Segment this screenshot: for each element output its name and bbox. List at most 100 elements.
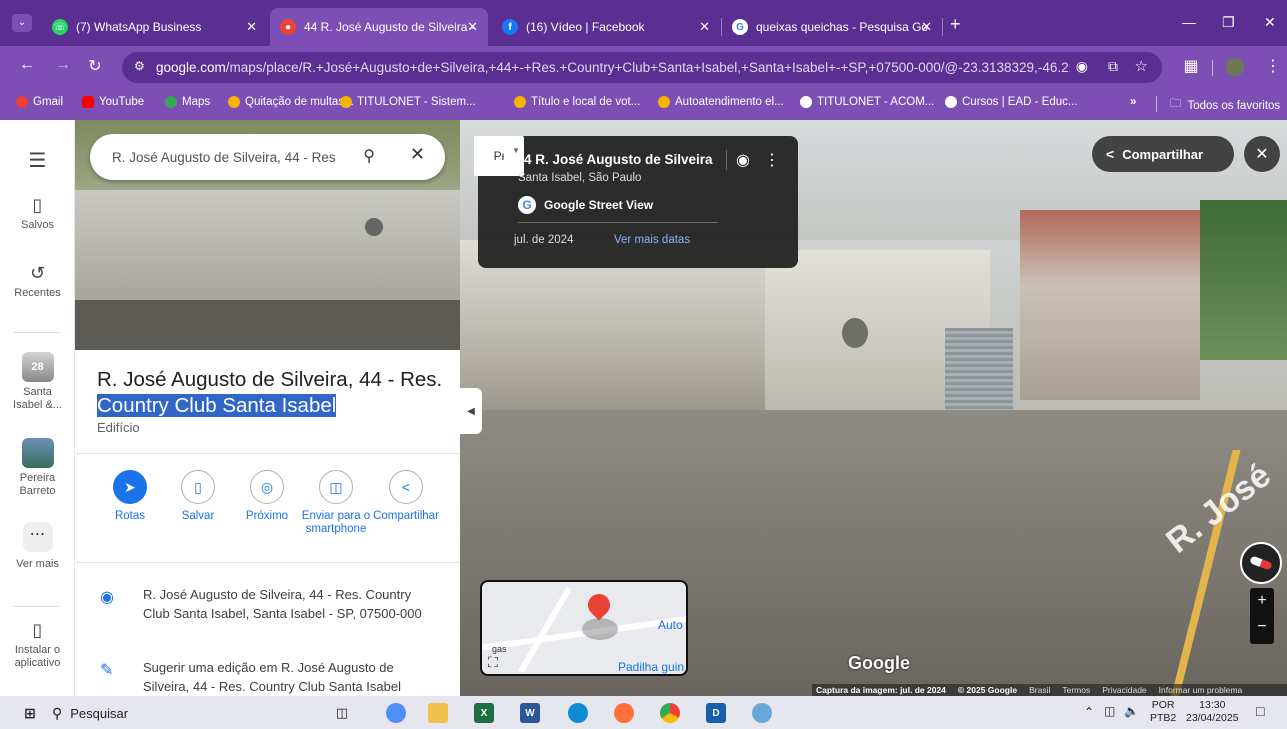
tab-maps[interactable]: ● 44 R. José Augusto de Silveira - ✕ (270, 8, 488, 46)
recent-button[interactable]: ↺ Recentes (0, 263, 75, 299)
nearby-button[interactable]: ◎ Próximo (232, 470, 302, 523)
notifications-icon[interactable]: □ (1256, 703, 1264, 719)
pegman-button[interactable]: Pᵼ (474, 136, 524, 176)
new-tab-button[interactable]: + (950, 14, 961, 35)
folder-icon: 🗀 (1170, 98, 1182, 110)
minimap-label: gas (492, 644, 507, 654)
directions-button[interactable]: ➤ Rotas (95, 470, 165, 523)
place-category[interactable]: Edifício (97, 420, 140, 435)
bookmarks-overflow[interactable]: » (1130, 96, 1136, 108)
excel-icon[interactable]: X (474, 703, 494, 723)
close-icon[interactable]: ✕ (921, 19, 932, 35)
close-icon[interactable]: ✕ (410, 144, 425, 165)
street-view[interactable]: ◀ Pᵼ ▼ 4 R. José Augusto de Silveira San… (460, 120, 1287, 696)
install-app-button[interactable]: ▯ Instalar o aplicativo (0, 620, 75, 670)
location-pin-icon[interactable]: ◉ (736, 150, 750, 170)
bookmark-quitacao[interactable]: Quitação de multas... (228, 96, 354, 108)
search-icon[interactable]: ⚲ (363, 146, 375, 166)
more-dates-link[interactable]: Ver mais datas (614, 234, 690, 246)
collapse-panel-button[interactable]: ◀ (460, 388, 482, 434)
install-app-icon[interactable]: ⧉ (1108, 58, 1118, 75)
firefox-icon[interactable] (614, 703, 634, 723)
capture-info: Captura da imagem: jul. de 2024 (816, 685, 946, 695)
bookmark-titulo-eleitor[interactable]: Título e local de vot... (514, 96, 640, 108)
bookmark-autoatendimento[interactable]: Autoatendimento el... (658, 96, 784, 108)
restore-icon[interactable]: ❐ (1222, 14, 1235, 31)
google-icon: G (518, 196, 536, 214)
tab-search-button[interactable]: ⌄ (12, 14, 32, 32)
minimize-icon[interactable]: — (1182, 14, 1196, 30)
bookmark-gmail[interactable]: Gmail (16, 96, 63, 108)
url-path: /maps/place/R.+José+Augusto+de+Silveira,… (225, 60, 1088, 75)
compass-control[interactable] (1240, 542, 1282, 584)
close-icon[interactable]: ✕ (467, 19, 478, 35)
reload-icon[interactable]: ↻ (84, 56, 106, 76)
paint-icon[interactable] (752, 703, 772, 723)
tray-chevron-icon[interactable]: ⌃ (1084, 705, 1094, 719)
bookmark-youtube[interactable]: YouTube (82, 96, 144, 108)
file-explorer-icon[interactable] (428, 703, 448, 723)
dashlane-icon[interactable]: D (706, 703, 726, 723)
recent-place-pereira-barreto[interactable]: Pereira Barreto (0, 438, 75, 498)
word-icon[interactable]: W (520, 703, 540, 723)
window-close-icon[interactable]: ✕ (1264, 14, 1276, 31)
region-link[interactable]: Brasil (1029, 685, 1050, 695)
profile-avatar[interactable] (1226, 58, 1244, 76)
site-info-icon[interactable]: ⚙ (134, 59, 145, 73)
extensions-icon[interactable]: ▦ (1180, 56, 1202, 76)
more-icon: ⋯ (22, 522, 53, 552)
bookmarks-divider (1156, 96, 1157, 112)
close-icon[interactable]: ✕ (246, 19, 257, 35)
expand-icon[interactable]: ⛶ (488, 654, 498, 671)
tab-facebook[interactable]: f (16) Vídeo | Facebook ✕ (492, 8, 720, 46)
more-options-icon[interactable]: ⋮ (764, 150, 780, 170)
bookmark-maps[interactable]: Maps (165, 96, 210, 108)
mini-map[interactable]: Auto Padilha guin gas ⛶ (480, 580, 688, 676)
copilot-icon[interactable] (386, 703, 406, 723)
close-icon[interactable]: ✕ (699, 19, 710, 35)
share-button[interactable]: < Compartilhar (1092, 136, 1234, 172)
send-to-phone-button[interactable]: ◫ Enviar para o smartphone (301, 470, 371, 536)
tab-whatsapp[interactable]: ☏ (7) WhatsApp Business ✕ (42, 8, 267, 46)
back-icon[interactable]: ← (16, 56, 38, 74)
minimap-label: Auto (658, 618, 683, 632)
capture-date: jul. de 2024 (514, 234, 574, 246)
zoom-in-button[interactable]: + (1250, 588, 1274, 614)
all-bookmarks-folder[interactable]: 🗀 Todos os favoritos (1170, 96, 1280, 115)
edge-icon[interactable] (568, 703, 588, 723)
chrome-icon[interactable] (660, 703, 680, 723)
share-button[interactable]: < Compartilhar (371, 470, 441, 523)
saved-button[interactable]: ▯ Salvos (0, 195, 75, 231)
zoom-out-button[interactable]: − (1250, 614, 1274, 640)
privacy-link[interactable]: Privacidade (1102, 685, 1146, 695)
address-bar[interactable]: ⚙ google.com/maps/place/R.+José+Augusto+… (122, 52, 1162, 83)
bookmark-titulonet-sistem[interactable]: TITULONET - Sistem... (340, 96, 476, 108)
close-street-view-button[interactable]: ✕ (1244, 136, 1280, 172)
windows-start-icon[interactable]: ⊞ (20, 703, 40, 723)
taskbar-search[interactable]: ⚲ Pesquisar (52, 705, 128, 722)
selected-text: Country Club Santa Isabel (97, 394, 337, 417)
network-icon[interactable]: ◫ (1104, 704, 1115, 718)
report-problem-link[interactable]: Informar um problema (1159, 685, 1243, 695)
chevron-down-icon[interactable]: ▼ (512, 146, 520, 155)
bookmark-star-icon[interactable]: ☆ (1134, 57, 1148, 75)
language-indicator[interactable]: POR PTB2 (1150, 699, 1176, 725)
bookmark-titulonet-acom[interactable]: TITULONET - ACOM... (800, 96, 934, 108)
see-more-button[interactable]: ⋯ Ver mais (0, 522, 75, 570)
hamburger-menu-button[interactable]: ☰ (0, 148, 75, 176)
forward-icon[interactable]: → (52, 56, 74, 74)
location-pin-icon[interactable]: ◉ (1069, 58, 1088, 75)
search-box[interactable]: R. José Augusto de Silveira, 44 - Res ⚲ … (90, 134, 445, 180)
terms-link[interactable]: Termos (1062, 685, 1090, 695)
bookmark-cursos-ead[interactable]: Cursos | EAD - Educ... (945, 96, 1077, 108)
tab-google-search[interactable]: G queixas queichas - Pesquisa Go ✕ (722, 8, 942, 46)
save-button[interactable]: ▯ Salvar (163, 470, 233, 523)
clock[interactable]: 13:30 23/04/2025 (1186, 699, 1239, 725)
task-view-icon[interactable]: ◫ (332, 703, 352, 723)
menu-icon[interactable]: ⋮ (1262, 56, 1284, 76)
recent-place-santa-isabel[interactable]: 28 Santa Isabel &... (0, 352, 75, 412)
search-input[interactable]: R. José Augusto de Silveira, 44 - Res (112, 150, 336, 165)
photo-road (75, 300, 460, 350)
volume-icon[interactable]: 🔈 (1124, 704, 1139, 718)
maps-icon: ● (280, 19, 296, 35)
